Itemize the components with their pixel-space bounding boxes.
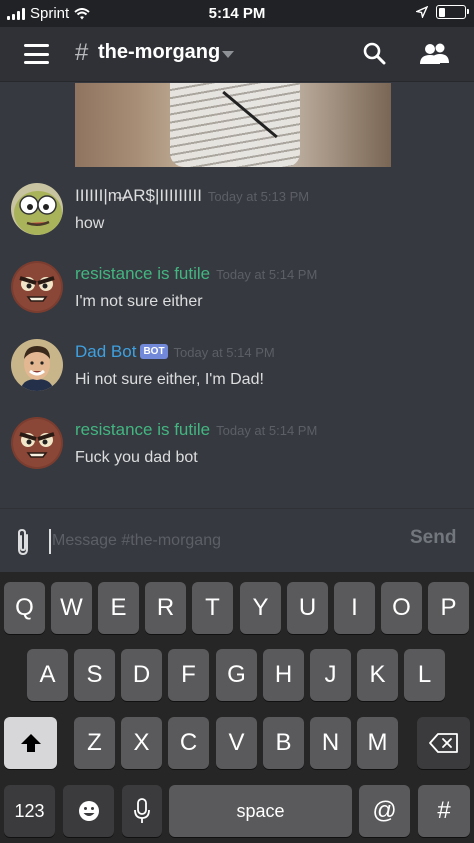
message-text: how bbox=[75, 215, 105, 232]
key-l[interactable]: L bbox=[404, 649, 445, 701]
message-timestamp: Today at 5:13 PM bbox=[207, 189, 310, 204]
key-v[interactable]: V bbox=[216, 717, 257, 769]
key-c[interactable]: C bbox=[168, 717, 209, 769]
message-text: I'm not sure either bbox=[75, 293, 203, 310]
message-author[interactable]: IIIIII|m̶AR$|IIIIIIIII bbox=[75, 186, 202, 205]
key-q[interactable]: Q bbox=[4, 582, 45, 634]
message-author[interactable]: Dad Bot bbox=[75, 342, 136, 361]
key-h[interactable]: H bbox=[263, 649, 304, 701]
key-i[interactable]: I bbox=[334, 582, 375, 634]
bot-badge: BOT bbox=[140, 344, 168, 359]
location-arrow-icon bbox=[416, 6, 428, 18]
microphone-icon bbox=[134, 798, 150, 823]
key-d[interactable]: D bbox=[121, 649, 162, 701]
at-key[interactable]: @ bbox=[359, 785, 410, 837]
key-n[interactable]: N bbox=[310, 717, 351, 769]
key-x[interactable]: X bbox=[121, 717, 162, 769]
keyboard: Q W E R T Y U I O P A S D F G H J K L Z … bbox=[0, 572, 474, 843]
key-b[interactable]: B bbox=[263, 717, 304, 769]
space-key[interactable]: space bbox=[169, 785, 352, 837]
image-attachment[interactable] bbox=[75, 83, 391, 167]
message-text: Fuck you dad bot bbox=[75, 449, 198, 466]
key-a[interactable]: A bbox=[27, 649, 68, 701]
key-t[interactable]: T bbox=[192, 582, 233, 634]
message-timestamp: Today at 5:14 PM bbox=[173, 345, 275, 360]
key-k[interactable]: K bbox=[357, 649, 398, 701]
message-list[interactable]: IIIIII|m̶AR$|IIIIIIIII Today at 5:13 PM h… bbox=[0, 83, 474, 508]
emoji-icon bbox=[78, 801, 99, 821]
message-timestamp: Today at 5:14 PM bbox=[216, 267, 318, 282]
message-timestamp: Today at 5:14 PM bbox=[216, 423, 318, 438]
key-w[interactable]: W bbox=[51, 582, 92, 634]
shift-key[interactable] bbox=[4, 717, 57, 769]
message-item: resistance is futile Today at 5:14 PM Fuc… bbox=[0, 417, 474, 487]
numbers-key[interactable]: 123 bbox=[4, 785, 55, 837]
message-item: Dad Bot BOT Today at 5:14 PM Hi not sure e… bbox=[0, 339, 474, 409]
chevron-down-icon[interactable] bbox=[222, 51, 234, 58]
message-author[interactable]: resistance is futile bbox=[75, 264, 210, 283]
clock: 5:14 PM bbox=[208, 5, 266, 22]
avatar[interactable] bbox=[11, 339, 63, 391]
menu-icon[interactable] bbox=[24, 44, 49, 64]
send-button[interactable]: Send bbox=[410, 527, 456, 549]
key-j[interactable]: J bbox=[310, 649, 351, 701]
key-p[interactable]: P bbox=[428, 582, 469, 634]
shift-arrow-icon bbox=[20, 734, 41, 752]
status-bar: Sprint 5:14 PM bbox=[0, 0, 474, 27]
avatar[interactable] bbox=[11, 417, 63, 469]
backspace-key[interactable] bbox=[417, 717, 470, 769]
channel-name[interactable]: the-morgang bbox=[98, 41, 220, 64]
message-composer: Send bbox=[0, 508, 474, 572]
key-r[interactable]: R bbox=[145, 582, 186, 634]
emoji-key[interactable] bbox=[63, 785, 114, 837]
avatar[interactable] bbox=[11, 183, 63, 235]
key-e[interactable]: E bbox=[98, 582, 139, 634]
hash-key[interactable]: # bbox=[418, 785, 470, 837]
hash-icon: # bbox=[75, 39, 89, 66]
key-o[interactable]: O bbox=[381, 582, 422, 634]
message-author[interactable]: resistance is futile bbox=[75, 420, 210, 439]
paperclip-icon[interactable] bbox=[12, 527, 34, 557]
key-z[interactable]: Z bbox=[74, 717, 115, 769]
backspace-icon bbox=[428, 733, 458, 753]
key-u[interactable]: U bbox=[287, 582, 328, 634]
text-cursor bbox=[49, 529, 51, 554]
message-text: Hi not sure either, I'm Dad! bbox=[75, 371, 264, 388]
key-m[interactable]: M bbox=[357, 717, 398, 769]
battery-icon bbox=[436, 5, 469, 19]
search-icon[interactable] bbox=[362, 41, 386, 65]
message-item: IIIIII|m̶AR$|IIIIIIIII Today at 5:13 PM h… bbox=[0, 183, 474, 253]
avatar[interactable] bbox=[11, 261, 63, 313]
key-y[interactable]: Y bbox=[240, 582, 281, 634]
key-s[interactable]: S bbox=[74, 649, 115, 701]
message-item: resistance is futile Today at 5:14 PM I'm… bbox=[0, 261, 474, 331]
channel-header: # the-morgang bbox=[0, 27, 474, 82]
dictation-key[interactable] bbox=[122, 785, 162, 837]
key-g[interactable]: G bbox=[216, 649, 257, 701]
key-f[interactable]: F bbox=[168, 649, 209, 701]
members-icon[interactable] bbox=[420, 41, 450, 65]
message-input[interactable] bbox=[52, 526, 392, 556]
